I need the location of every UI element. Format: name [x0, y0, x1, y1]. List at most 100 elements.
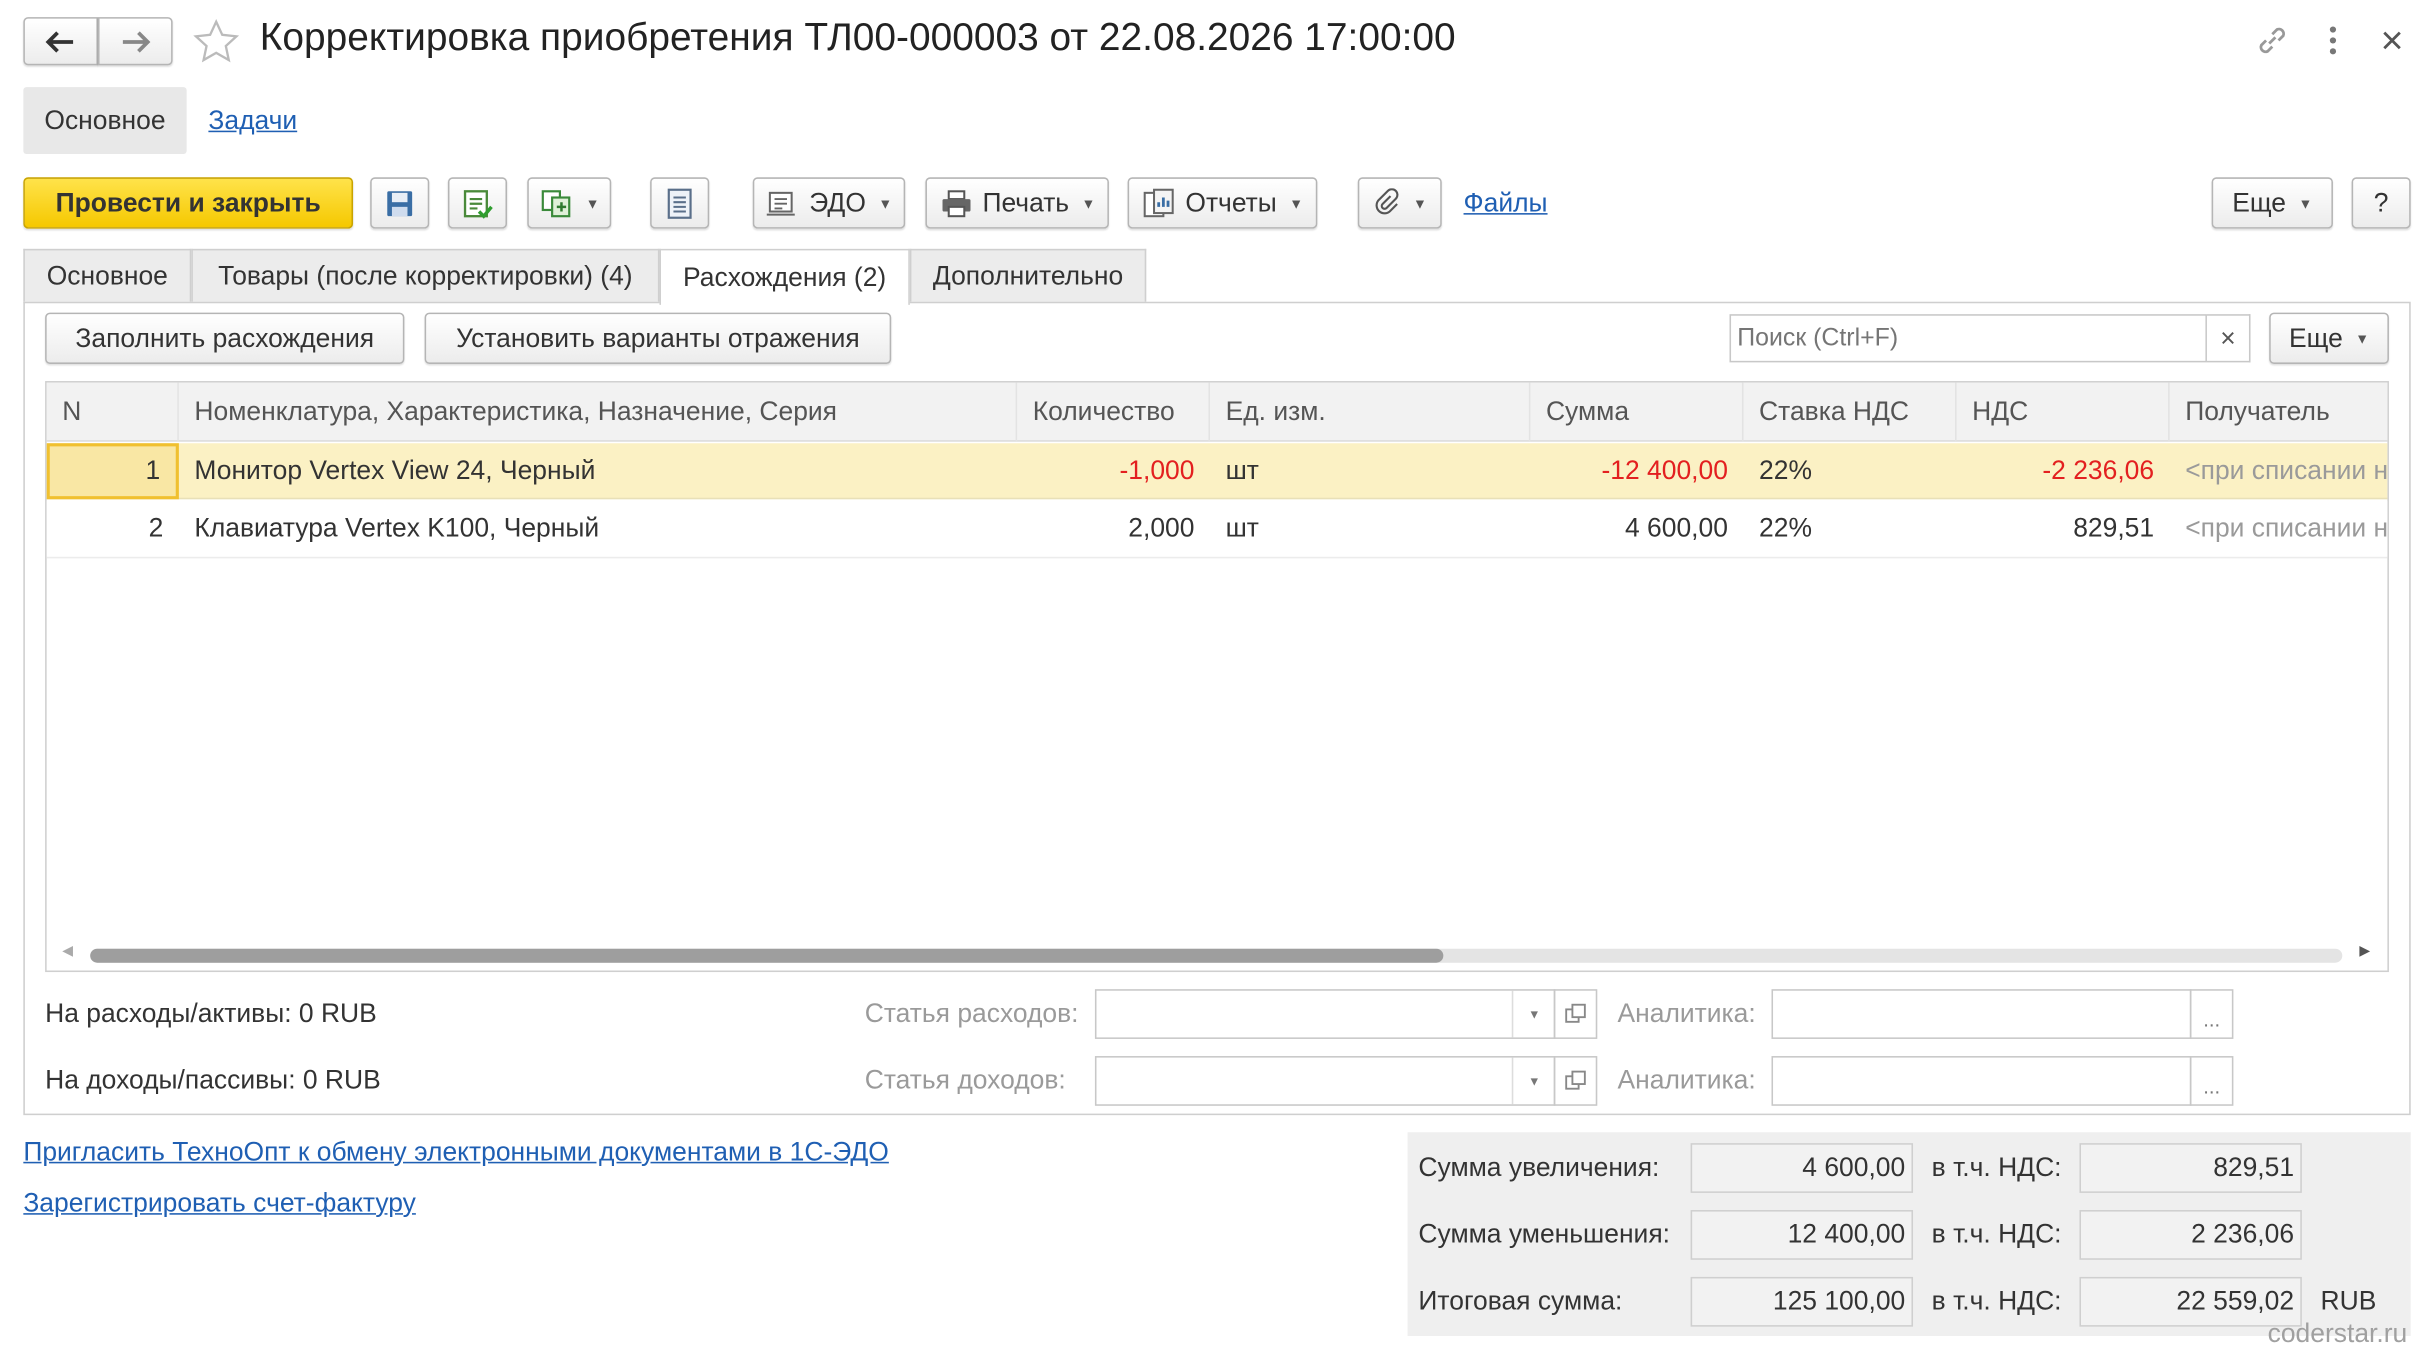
attach-button[interactable]: ▼: [1357, 177, 1442, 229]
more-vertical-icon[interactable]: [2317, 23, 2348, 57]
col-vat[interactable]: НДС: [1957, 382, 2170, 442]
col-recipient[interactable]: Получатель: [2170, 383, 2388, 442]
register-invoice-link[interactable]: Зарегистрировать счет-фактуру: [23, 1188, 416, 1219]
col-quantity[interactable]: Количество: [1017, 382, 1211, 442]
fill-discrepancies-button[interactable]: Заполнить расхождения: [45, 312, 405, 364]
clear-icon: ×: [2220, 322, 2236, 353]
expense-item-field[interactable]: [1094, 989, 1556, 1039]
reports-button[interactable]: Отчеты ▼: [1127, 177, 1318, 229]
close-icon[interactable]: [2376, 25, 2407, 56]
expense-item-label: Статья расходов:: [864, 998, 1079, 1029]
floppy-disk-icon: [387, 190, 413, 216]
invite-edo-link[interactable]: Пригласить ТехноОпт к обмену электронным…: [23, 1137, 889, 1168]
print-button[interactable]: Печать ▼: [925, 177, 1109, 229]
cell-n: 2: [148, 513, 164, 543]
cell-quantity: 2,000: [1128, 513, 1195, 543]
post-and-close-button[interactable]: Провести и закрыть: [23, 177, 354, 229]
fill-discrepancies-label: Заполнить расхождения: [75, 322, 375, 353]
discrepancies-table: N Номенклатура, Характеристика, Назначен…: [45, 381, 2389, 973]
set-variants-button[interactable]: Установить варианты отражения: [424, 312, 892, 364]
scroll-right-icon[interactable]: ▶: [2359, 943, 2370, 960]
watermark: coderstar.ru: [2267, 1318, 2408, 1349]
chevron-down-icon: ▼: [2298, 195, 2313, 211]
col-sum[interactable]: Сумма: [1530, 382, 1744, 442]
cell-vat-rate: 22%: [1759, 513, 1812, 543]
col-vat-rate[interactable]: Ставка НДС: [1743, 382, 1957, 442]
cell-unit: шт: [1225, 455, 1259, 486]
search-input[interactable]: [1729, 314, 2207, 363]
decrease-vat-label: в т.ч. НДС:: [1931, 1219, 2062, 1249]
table-more-label: Еще: [2288, 322, 2343, 353]
income-item-dropdown[interactable]: ▼: [1511, 1057, 1556, 1105]
expense-item-dropdown[interactable]: ▼: [1511, 990, 1556, 1038]
table-row[interactable]: 1 Монитор Vertex View 24, Черный -1,000 …: [46, 443, 2388, 500]
col-nomenclature[interactable]: Номенклатура, Характеристика, Назначение…: [179, 382, 1018, 442]
expenses-total-label: На расходы/активы: 0 RUB: [45, 998, 377, 1029]
cell-unit: шт: [1225, 513, 1259, 543]
printer-icon: [942, 189, 971, 217]
scroll-left-icon[interactable]: ◀: [62, 943, 73, 960]
window-title: Корректировка приобретения ТЛ00-000003 о…: [259, 15, 1456, 60]
tab-additional-label: Дополнительно: [932, 261, 1124, 291]
scrollbar-thumb[interactable]: [90, 948, 1444, 963]
horizontal-scrollbar[interactable]: ◀ ▶: [47, 939, 2388, 970]
edo-button[interactable]: ЭДО ▼: [752, 177, 906, 229]
edo-label: ЭДО: [809, 187, 866, 217]
paperclip-icon: [1374, 187, 1398, 214]
post-and-close-label: Провести и закрыть: [55, 187, 321, 217]
tab-additional[interactable]: Дополнительно: [909, 248, 1147, 304]
decrease-vat-value: 2 236,06: [2079, 1210, 2302, 1260]
col-n[interactable]: N: [47, 382, 179, 442]
table-more-button[interactable]: Еще ▼: [2269, 312, 2389, 364]
back-button[interactable]: [23, 17, 98, 66]
cell-n: 1: [46, 443, 179, 500]
chevron-down-icon: ▼: [1528, 1073, 1541, 1088]
favorite-star-icon[interactable]: [191, 17, 241, 67]
decrease-label: Сумма уменьшения:: [1418, 1219, 1671, 1249]
income-item-field[interactable]: [1094, 1056, 1556, 1106]
cell-nomenclature: Монитор Vertex View 24, Черный: [194, 455, 596, 486]
more-button[interactable]: Еще ▼: [2211, 177, 2333, 229]
cell-sum: -12 400,00: [1601, 455, 1728, 486]
cell-quantity: -1,000: [1119, 455, 1195, 486]
cell-vat-rate: 22%: [1759, 455, 1812, 486]
save-button[interactable]: [370, 177, 430, 229]
tab-goods-label: Товары (после корректировки) (4): [218, 261, 633, 291]
ellipsis-icon: ...: [2203, 1007, 2221, 1032]
tab-main[interactable]: Основное: [23, 248, 192, 304]
tab-main-label: Основное: [46, 261, 168, 291]
expense-analytics-label: Аналитика:: [1617, 998, 1756, 1029]
create-based-on-button[interactable]: ▼: [527, 177, 612, 229]
link-icon[interactable]: [2255, 23, 2289, 57]
tab-discrepancies[interactable]: Расхождения (2): [659, 248, 910, 305]
reports-icon: [1143, 187, 1174, 217]
files-link[interactable]: Файлы: [1464, 188, 1548, 219]
cell-vat: -2 236,06: [2042, 455, 2155, 486]
search-clear-button[interactable]: ×: [2206, 314, 2251, 363]
document-structure-button[interactable]: [650, 177, 710, 229]
increase-vat-label: в т.ч. НДС:: [1931, 1152, 2062, 1183]
ellipsis-icon: ...: [2203, 1074, 2221, 1099]
chevron-down-icon: ▼: [2355, 330, 2370, 347]
section-tab-tasks[interactable]: Задачи: [208, 106, 297, 137]
total-value: 125 100,00: [1690, 1276, 1914, 1327]
col-unit[interactable]: Ед. изм.: [1210, 382, 1531, 442]
expense-item-open-button[interactable]: [1553, 989, 1598, 1039]
tab-goods-after-correction[interactable]: Товары (после корректировки) (4): [191, 248, 660, 304]
income-analytics-select-button[interactable]: ...: [2189, 1056, 2234, 1106]
forward-button[interactable]: [97, 17, 173, 66]
cell-nomenclature: Клавиатура Vertex K100, Черный: [194, 513, 600, 543]
section-tab-main[interactable]: Основное: [23, 87, 187, 154]
print-label: Печать: [982, 187, 1070, 217]
income-item-open-button[interactable]: [1553, 1056, 1598, 1106]
help-label: ?: [2373, 187, 2389, 217]
reports-label: Отчеты: [1185, 187, 1277, 217]
increase-vat-value: 829,51: [2079, 1143, 2302, 1193]
expense-analytics-field[interactable]: [1771, 989, 2192, 1039]
income-analytics-field[interactable]: [1771, 1056, 2192, 1106]
help-button[interactable]: ?: [2351, 177, 2411, 229]
post-button[interactable]: [447, 177, 508, 229]
table-row[interactable]: 2 Клавиатура Vertex K100, Черный 2,000 ш…: [46, 500, 2388, 559]
section-tab-main-label: Основное: [44, 104, 166, 135]
expense-analytics-select-button[interactable]: ...: [2189, 989, 2234, 1039]
